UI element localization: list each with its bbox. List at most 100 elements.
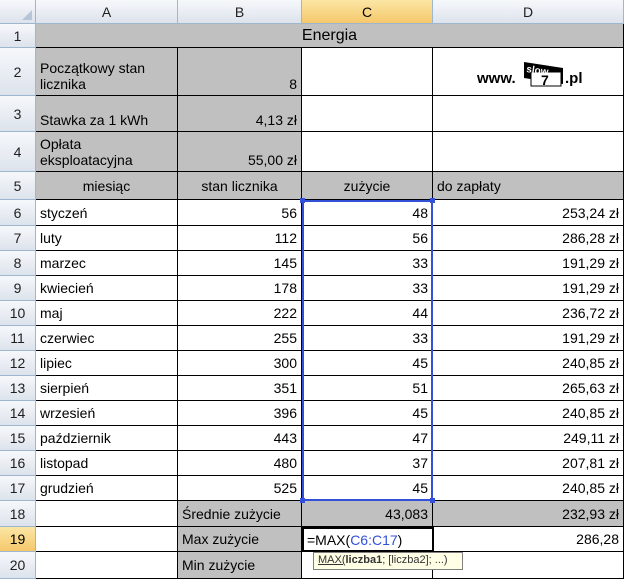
meter-reading[interactable]: 178 (178, 276, 302, 301)
usage-value[interactable]: 47 (302, 426, 433, 451)
param-value[interactable]: 4,13 zł (178, 96, 302, 132)
avg-usage[interactable]: 43,083 (302, 501, 433, 527)
min-label[interactable]: Min zużycie (178, 552, 302, 579)
usage-value[interactable]: 33 (302, 251, 433, 276)
row-header-11[interactable]: 11 (0, 326, 36, 351)
row-header-8[interactable]: 8 (0, 251, 36, 276)
meter-reading[interactable]: 222 (178, 301, 302, 326)
payment-value[interactable]: 207,81 zł (433, 451, 624, 476)
payment-value[interactable]: 265,63 zł (433, 376, 624, 401)
svg-text:www.: www. (476, 70, 516, 87)
payment-value[interactable]: 253,24 zł (433, 200, 624, 226)
usage-value[interactable]: 45 (302, 476, 433, 501)
month-name[interactable]: październik (36, 426, 178, 451)
avg-label[interactable]: Średnie zużycie (178, 501, 302, 527)
month-name[interactable]: listopad (36, 451, 178, 476)
month-name[interactable]: sierpień (36, 376, 178, 401)
row-header-13[interactable]: 13 (0, 376, 36, 401)
param-value[interactable]: 55,00 zł (178, 132, 302, 172)
row-header-20[interactable]: 20 (0, 552, 36, 579)
meter-reading[interactable]: 525 (178, 476, 302, 501)
param-label[interactable]: Opłata eksploatacyjna (36, 132, 178, 172)
meter-reading[interactable]: 255 (178, 326, 302, 351)
row-header-14[interactable]: 14 (0, 401, 36, 426)
column-header-d[interactable]: D (433, 0, 624, 24)
usage-value[interactable]: 56 (302, 226, 433, 251)
row-header-3[interactable]: 3 (0, 96, 36, 132)
usage-value[interactable]: 48 (302, 200, 433, 226)
param-value[interactable]: 8 (178, 48, 302, 96)
row-header-2[interactable]: 2 (0, 48, 36, 96)
row-header-7[interactable]: 7 (0, 226, 36, 251)
column-header-b[interactable]: B (178, 0, 302, 24)
cell[interactable] (302, 132, 433, 172)
row-header-12[interactable]: 12 (0, 351, 36, 376)
row-header-6[interactable]: 6 (0, 200, 36, 226)
payment-value[interactable]: 191,29 zł (433, 276, 624, 301)
payment-value[interactable]: 236,72 zł (433, 301, 624, 326)
usage-value[interactable]: 51 (302, 376, 433, 401)
header-month[interactable]: miesiąc (36, 172, 178, 200)
avg-pay[interactable]: 232,93 zł (433, 501, 624, 527)
column-header-c[interactable]: C (302, 0, 433, 24)
cell[interactable] (302, 96, 433, 132)
usage-value[interactable]: 33 (302, 276, 433, 301)
column-header-a[interactable]: A (36, 0, 178, 24)
month-name[interactable]: wrzesień (36, 401, 178, 426)
row-header-19[interactable]: 19 (0, 527, 36, 552)
month-name[interactable]: marzec (36, 251, 178, 276)
row-header-17[interactable]: 17 (0, 476, 36, 501)
meter-reading[interactable]: 300 (178, 351, 302, 376)
payment-value[interactable]: 191,29 zł (433, 251, 624, 276)
max-label[interactable]: Max zużycie (178, 527, 302, 552)
payment-value[interactable]: 240,85 zł (433, 351, 624, 376)
title-cell[interactable]: Energia (36, 24, 624, 48)
usage-value[interactable]: 45 (302, 351, 433, 376)
usage-value[interactable]: 45 (302, 401, 433, 426)
row-header-10[interactable]: 10 (0, 301, 36, 326)
header-usage[interactable]: zużycie (302, 172, 433, 200)
month-name[interactable]: maj (36, 301, 178, 326)
select-all-corner[interactable] (0, 0, 36, 24)
meter-reading[interactable]: 56 (178, 200, 302, 226)
month-name[interactable]: grudzień (36, 476, 178, 501)
meter-reading[interactable]: 351 (178, 376, 302, 401)
cell[interactable] (433, 96, 624, 132)
header-pay[interactable]: do zapłaty (433, 172, 624, 200)
usage-value[interactable]: 37 (302, 451, 433, 476)
payment-value[interactable]: 240,85 zł (433, 401, 624, 426)
cell[interactable] (36, 501, 178, 527)
row-header-9[interactable]: 9 (0, 276, 36, 301)
payment-value[interactable]: 249,11 zł (433, 426, 624, 451)
month-name[interactable]: czerwiec (36, 326, 178, 351)
usage-value[interactable]: 33 (302, 326, 433, 351)
max-pay[interactable]: 286,28 (433, 527, 624, 552)
meter-reading[interactable]: 396 (178, 401, 302, 426)
month-name[interactable]: luty (36, 226, 178, 251)
row-header-18[interactable]: 18 (0, 501, 36, 527)
cell[interactable] (302, 48, 433, 96)
cell[interactable] (36, 552, 178, 579)
row-header-4[interactable]: 4 (0, 132, 36, 172)
meter-reading[interactable]: 145 (178, 251, 302, 276)
payment-value[interactable]: 191,29 zł (433, 326, 624, 351)
payment-value[interactable]: 240,85 zł (433, 476, 624, 501)
meter-reading[interactable]: 443 (178, 426, 302, 451)
payment-value[interactable]: 286,28 zł (433, 226, 624, 251)
usage-value[interactable]: 44 (302, 301, 433, 326)
row-header-5[interactable]: 5 (0, 172, 36, 200)
header-reading[interactable]: stan licznika (178, 172, 302, 200)
formula-edit-cell[interactable]: =MAX(C6:C17) (302, 527, 434, 552)
cell[interactable] (433, 132, 624, 172)
row-header-16[interactable]: 16 (0, 451, 36, 476)
param-label[interactable]: Początkowy stan licznika (36, 48, 178, 96)
param-label[interactable]: Stawka za 1 kWh (36, 96, 178, 132)
row-header-1[interactable]: 1 (0, 24, 36, 48)
cell[interactable] (36, 527, 178, 552)
meter-reading[interactable]: 112 (178, 226, 302, 251)
month-name[interactable]: lipiec (36, 351, 178, 376)
meter-reading[interactable]: 480 (178, 451, 302, 476)
row-header-15[interactable]: 15 (0, 426, 36, 451)
month-name[interactable]: styczeń (36, 200, 178, 226)
month-name[interactable]: kwiecień (36, 276, 178, 301)
